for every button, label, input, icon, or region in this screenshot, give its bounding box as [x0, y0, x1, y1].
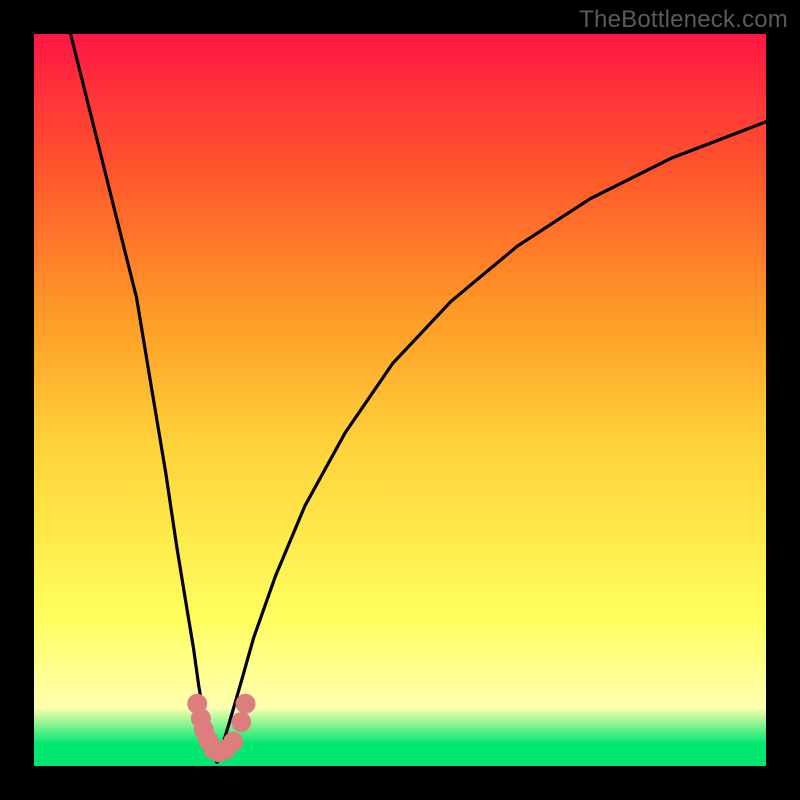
plot-area [34, 34, 766, 766]
optimum-marker [223, 732, 243, 752]
optimum-marker [231, 712, 251, 732]
optimum-markers [187, 694, 255, 762]
watermark-text: TheBottleneck.com [579, 6, 788, 34]
right-branch-curve [217, 122, 766, 763]
optimum-marker [236, 694, 256, 714]
curve-layer [34, 34, 766, 766]
chart-frame: TheBottleneck.com [0, 0, 800, 800]
left-branch-curve [71, 34, 217, 762]
